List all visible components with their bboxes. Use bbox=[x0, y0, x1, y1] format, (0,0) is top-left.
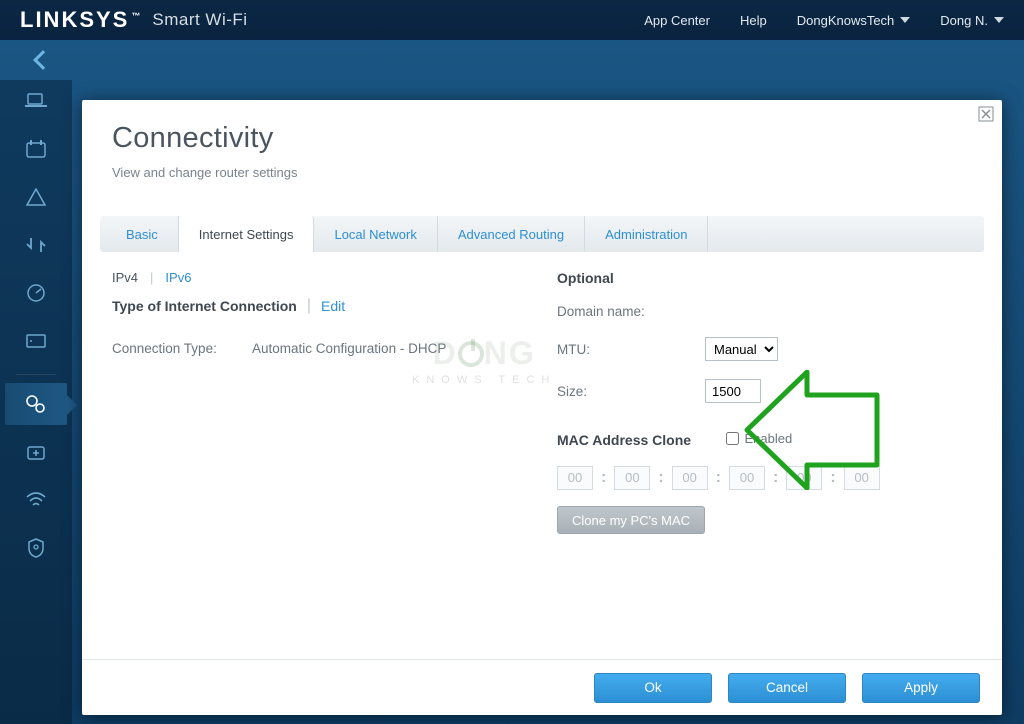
sidebar-item-wireless[interactable] bbox=[5, 479, 67, 521]
tab-local-network[interactable]: Local Network bbox=[314, 216, 437, 252]
optional-heading: Optional bbox=[557, 270, 972, 286]
nav-user[interactable]: Dong N. bbox=[940, 13, 1004, 28]
mtu-select[interactable]: Manual bbox=[705, 337, 778, 361]
subtab-ipv6[interactable]: IPv6 bbox=[165, 270, 191, 285]
mac-address-fields: 00: 00: 00: 00: 00: 00 bbox=[557, 466, 972, 490]
size-label: Size: bbox=[557, 384, 687, 399]
settings-panel: Connectivity View and change router sett… bbox=[82, 100, 1002, 715]
medkit-icon bbox=[26, 443, 46, 461]
close-icon bbox=[978, 106, 994, 122]
sidebar-item-device-list[interactable] bbox=[5, 80, 67, 122]
subtab-ipv4[interactable]: IPv4 bbox=[112, 270, 138, 285]
mac-octet-5[interactable]: 00 bbox=[844, 466, 880, 490]
mac-enabled-label: Enabled bbox=[745, 431, 793, 446]
apply-button[interactable]: Apply bbox=[862, 673, 980, 703]
sidebar-item-security[interactable] bbox=[5, 527, 67, 569]
mac-enabled-wrapper[interactable]: Enabled bbox=[726, 431, 793, 446]
shield-icon bbox=[28, 538, 44, 558]
tab-advanced-routing[interactable]: Advanced Routing bbox=[438, 216, 585, 252]
gauge-icon bbox=[26, 283, 46, 303]
wifi-icon bbox=[25, 491, 47, 509]
page-title: Connectivity bbox=[112, 122, 972, 155]
mtu-label: MTU: bbox=[557, 342, 687, 357]
brand-logo: LINKSYS™ bbox=[20, 7, 142, 33]
connection-type-heading: Type of Internet Connection bbox=[112, 298, 297, 314]
chevron-down-icon bbox=[900, 17, 910, 23]
edit-connection-link[interactable]: Edit bbox=[321, 298, 345, 314]
warning-icon bbox=[26, 188, 46, 206]
top-bar: LINKSYS™ Smart Wi-Fi App Center Help Don… bbox=[0, 0, 1024, 40]
mac-octet-3[interactable]: 00 bbox=[729, 466, 765, 490]
sidebar-item-media[interactable] bbox=[5, 224, 67, 266]
arrows-icon bbox=[26, 235, 46, 255]
tab-strip: Basic Internet Settings Local Network Ad… bbox=[100, 216, 984, 252]
drive-icon bbox=[26, 334, 46, 348]
connection-type-label: Connection Type: bbox=[112, 341, 242, 356]
back-button[interactable] bbox=[33, 50, 53, 70]
sub-bar bbox=[0, 40, 1024, 80]
close-button[interactable] bbox=[978, 106, 994, 122]
mac-octet-2[interactable]: 00 bbox=[672, 466, 708, 490]
mac-octet-0[interactable]: 00 bbox=[557, 466, 593, 490]
chevron-down-icon bbox=[994, 17, 1004, 23]
nav-account[interactable]: DongKnowsTech bbox=[797, 13, 911, 28]
sidebar-item-guest-access[interactable] bbox=[5, 128, 67, 170]
sidebar-item-parental[interactable] bbox=[5, 176, 67, 218]
clone-mac-button[interactable]: Clone my PC's MAC bbox=[557, 506, 705, 534]
panel-footer: Ok Cancel Apply bbox=[82, 659, 1002, 715]
nav-help[interactable]: Help bbox=[740, 13, 767, 28]
sidebar-item-connectivity[interactable] bbox=[5, 383, 67, 425]
tab-internet-settings[interactable]: Internet Settings bbox=[179, 216, 315, 252]
brand-subtitle: Smart Wi-Fi bbox=[152, 10, 247, 30]
mac-octet-4[interactable]: 00 bbox=[786, 466, 822, 490]
domain-name-label: Domain name: bbox=[557, 304, 687, 319]
sidebar bbox=[0, 80, 72, 724]
page-subtitle: View and change router settings bbox=[112, 165, 972, 180]
mac-clone-heading: MAC Address Clone bbox=[557, 432, 691, 448]
sidebar-item-storage[interactable] bbox=[5, 320, 67, 362]
sidebar-item-speedtest[interactable] bbox=[5, 272, 67, 314]
cancel-button[interactable]: Cancel bbox=[728, 673, 846, 703]
laptop-icon bbox=[25, 93, 47, 109]
tab-administration[interactable]: Administration bbox=[585, 216, 708, 252]
connection-type-value: Automatic Configuration - DHCP bbox=[252, 341, 446, 356]
mac-enabled-checkbox[interactable] bbox=[726, 432, 739, 445]
calendar-icon bbox=[26, 140, 46, 158]
top-nav: App Center Help DongKnowsTech Dong N. bbox=[644, 13, 1004, 28]
nav-app-center[interactable]: App Center bbox=[644, 13, 710, 28]
gears-icon bbox=[25, 394, 47, 414]
tab-basic[interactable]: Basic bbox=[100, 216, 179, 252]
mtu-size-input[interactable] bbox=[705, 379, 761, 403]
sidebar-item-troubleshoot[interactable] bbox=[5, 431, 67, 473]
mac-octet-1[interactable]: 00 bbox=[614, 466, 650, 490]
ok-button[interactable]: Ok bbox=[594, 673, 712, 703]
